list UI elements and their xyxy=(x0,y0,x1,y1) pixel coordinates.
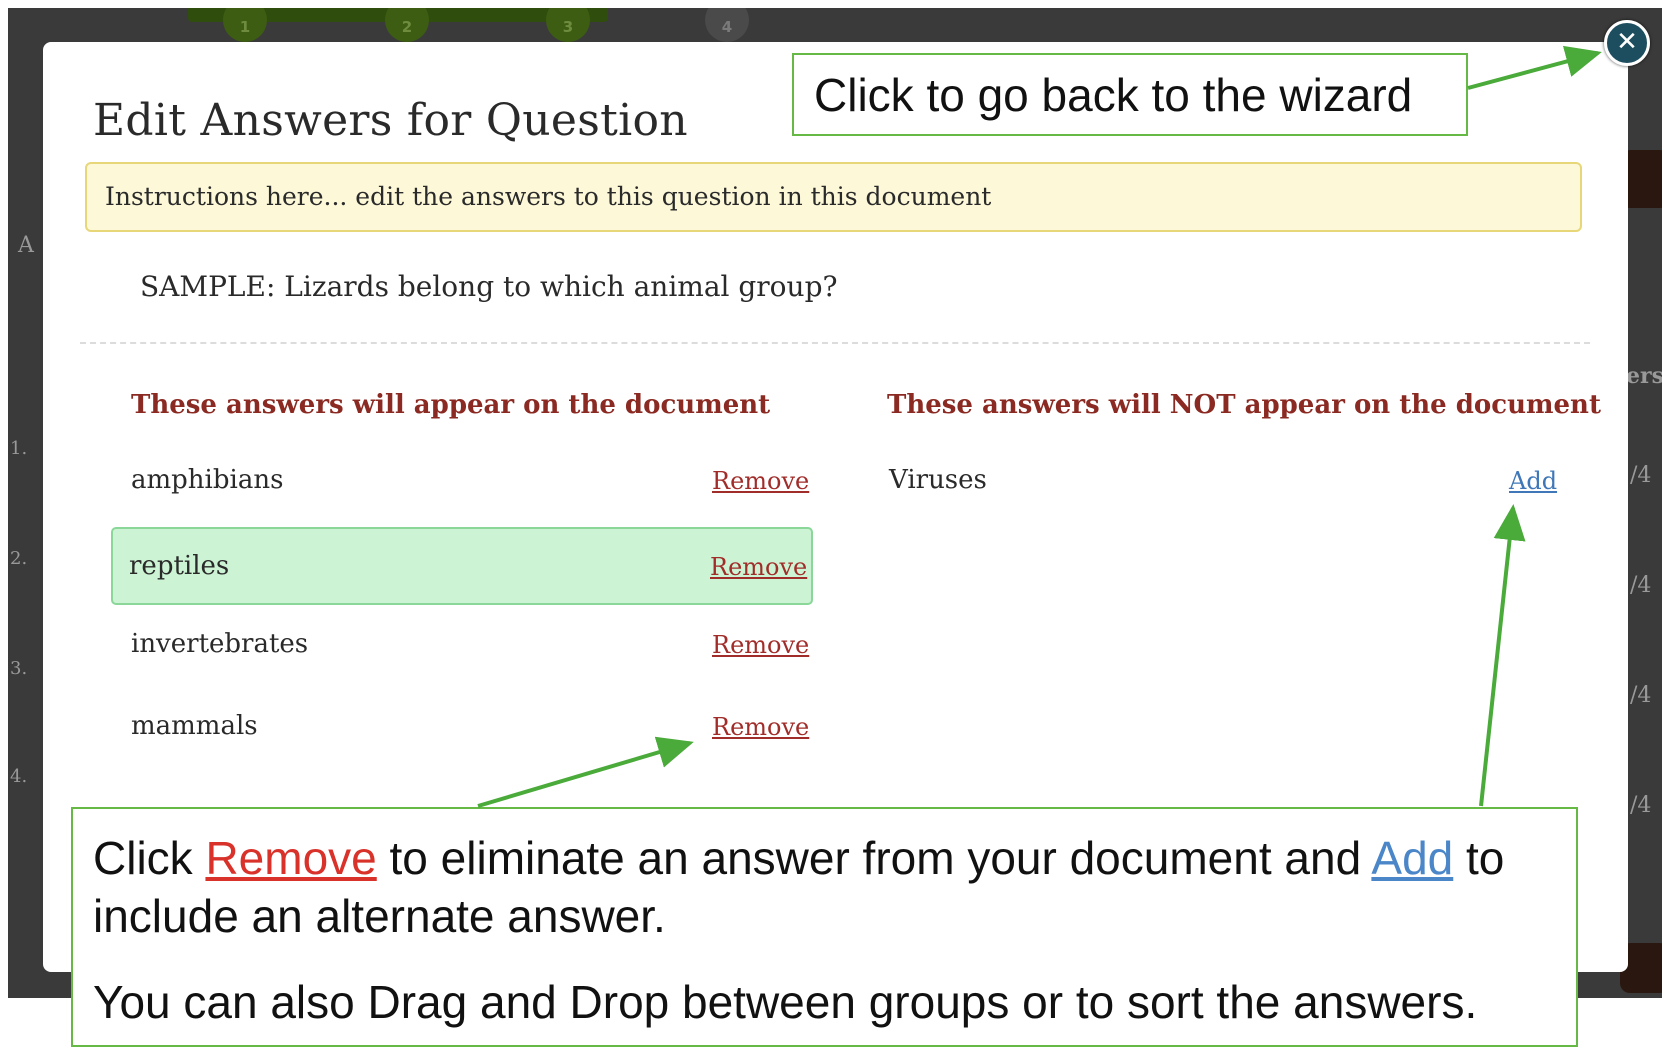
callout-remove-keyword: Remove xyxy=(205,832,377,884)
wizard-step-1: 1 xyxy=(223,8,267,42)
bg-fragment: A xyxy=(18,233,34,258)
callout-paragraph: You can also Drag and Drop between group… xyxy=(93,976,1478,1028)
included-answer-row[interactable]: amphibians Remove xyxy=(113,441,813,519)
bg-fragment: 1. xyxy=(10,438,28,459)
instructions-box: Instructions here... edit the answers to… xyxy=(85,162,1582,232)
wizard-step-4: 4 xyxy=(705,8,749,42)
bg-fragment: /4 xyxy=(1630,793,1652,818)
bg-fragment: 2. xyxy=(10,548,28,569)
bg-fragment: 4. xyxy=(10,766,28,787)
bg-fragment: /4 xyxy=(1630,683,1652,708)
close-hint-callout: Click to go back to the wizard xyxy=(792,53,1468,136)
remove-link[interactable]: Remove xyxy=(712,607,809,683)
included-answers-heading: These answers will appear on the documen… xyxy=(131,390,771,420)
close-icon[interactable]: ✕ xyxy=(1604,20,1650,66)
modal-title: Edit Answers for Question xyxy=(93,95,688,146)
bg-fragment: ers xyxy=(1626,363,1662,389)
wizard-step-3: 3 xyxy=(546,8,590,42)
answer-label: mammals xyxy=(131,711,258,741)
excluded-answer-row[interactable]: Viruses Add xyxy=(871,441,1561,519)
remove-link[interactable]: Remove xyxy=(712,689,809,765)
remove-link[interactable]: Remove xyxy=(712,443,809,519)
answer-label: amphibians xyxy=(131,465,284,495)
answer-label: reptiles xyxy=(129,551,230,581)
bg-fragment: /4 xyxy=(1630,573,1652,598)
callout-text: Click to go back to the wizard xyxy=(814,69,1413,121)
wizard-step-2: 2 xyxy=(385,8,429,42)
included-answer-row[interactable]: invertebrates Remove xyxy=(113,605,813,683)
question-text: SAMPLE: Lizards belong to which animal g… xyxy=(140,270,838,303)
add-link[interactable]: Add xyxy=(1509,443,1557,519)
instructions-callout: Click Remove to eliminate an answer from… xyxy=(71,807,1578,1047)
callout-add-keyword: Add xyxy=(1371,832,1454,884)
remove-link[interactable]: Remove xyxy=(710,529,807,605)
bg-fragment: /4 xyxy=(1630,463,1652,488)
answer-label: Viruses xyxy=(889,465,987,495)
dashed-divider xyxy=(80,342,1590,344)
callout-text: to eliminate an answer from your documen… xyxy=(376,832,1372,884)
answer-label: invertebrates xyxy=(131,629,309,659)
included-answer-row[interactable]: mammals Remove xyxy=(113,687,813,765)
callout-paragraph: Click Remove to eliminate an answer from… xyxy=(93,829,1556,945)
included-answer-row-highlighted[interactable]: reptiles Remove xyxy=(111,527,813,605)
excluded-answers-heading: These answers will NOT appear on the doc… xyxy=(887,390,1601,420)
callout-text: Click xyxy=(93,832,206,884)
bg-fragment: 3. xyxy=(10,658,28,679)
